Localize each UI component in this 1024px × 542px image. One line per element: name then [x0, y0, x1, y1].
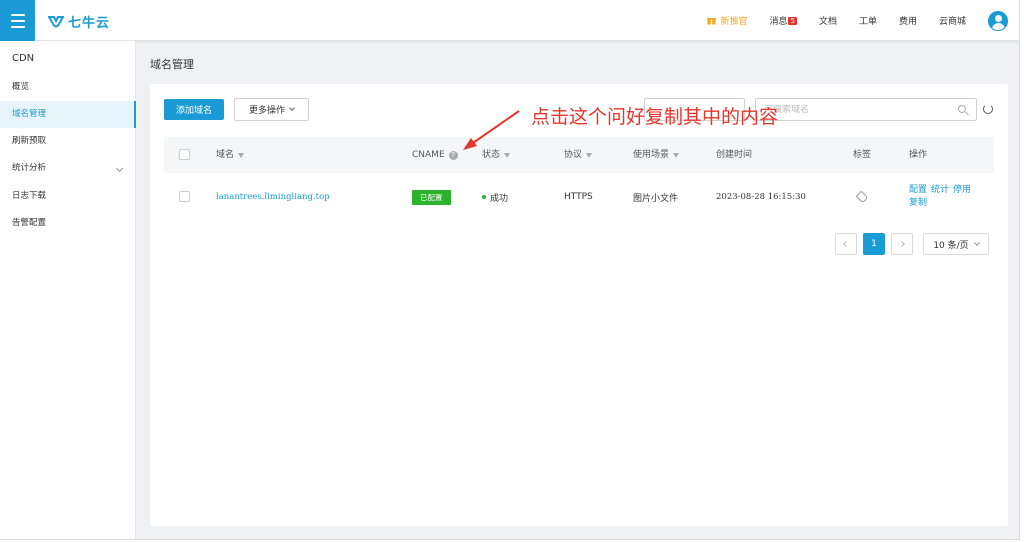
add-domain-button[interactable]: 添加域名: [164, 99, 224, 120]
column-header-label: 状态: [482, 150, 501, 160]
search-input[interactable]: [764, 104, 944, 115]
page-size-label: 10 条/页: [933, 240, 969, 251]
column-header-created: 创建时间: [716, 137, 752, 173]
page-button-current[interactable]: 1: [863, 233, 885, 255]
sidebar-item-log-download[interactable]: 日志下载: [0, 183, 136, 210]
app-window: 七牛云 新推官 消息 5 文档 工单 费用 云商城 CDN 概览 域名管理 刷新…: [0, 0, 1020, 540]
column-header-label: 协议: [564, 150, 583, 160]
success-dot-icon: [482, 195, 486, 199]
scene-text: 图片小文件: [633, 193, 679, 204]
filter-icon[interactable]: [586, 152, 593, 158]
column-header-tags: 标签: [853, 137, 871, 173]
sidebar-item-alert-config[interactable]: 告警配置: [0, 210, 136, 237]
column-header-label: 创建时间: [716, 150, 753, 160]
sidebar-item-label: 域名管理: [12, 109, 47, 119]
hamburger-menu-button[interactable]: [0, 0, 35, 41]
gift-icon: [707, 16, 717, 25]
search-icon[interactable]: [958, 105, 966, 113]
select-all-checkbox[interactable]: [179, 149, 190, 160]
sidebar-item-overview[interactable]: 概览: [0, 74, 136, 101]
column-header-scene: 使用场景: [633, 137, 680, 173]
more-actions-dropdown[interactable]: 更多操作: [234, 98, 309, 121]
chevron-left-icon: [843, 241, 849, 247]
nav-label: 工单: [858, 17, 877, 27]
chevron-down-icon: [973, 239, 980, 246]
filter-icon[interactable]: [238, 152, 245, 158]
column-header-actions: 操作: [909, 137, 927, 173]
column-header-cname: CNAME ?: [412, 137, 458, 173]
column-header-label: CNAME: [412, 150, 445, 160]
filter-icon[interactable]: [673, 152, 680, 158]
logo-text: 七牛云: [68, 16, 111, 31]
logo[interactable]: 七牛云: [48, 12, 110, 31]
table-row: lanantrees.limingliang.top 已配置 成功 HTTPS …: [164, 173, 994, 221]
chevron-down-icon: [289, 105, 295, 111]
nav-label: 文档: [818, 17, 837, 27]
config-link[interactable]: 配置: [909, 185, 927, 195]
sidebar-item-label: 概览: [12, 82, 30, 92]
table-header: 域名 CNAME ? 状态 协议 使用场景 创建时间 标签 操作: [164, 137, 994, 173]
top-bar: 七牛云 新推官 消息 5 文档 工单 费用 云商城: [0, 0, 1019, 41]
disable-link[interactable]: 停用: [953, 185, 971, 195]
column-header-status: 状态: [482, 137, 511, 173]
status-text: 成功: [490, 193, 509, 204]
cname-status-badge: 已配置: [412, 189, 451, 205]
chevron-right-icon: [899, 241, 905, 247]
nav-item-marketplace[interactable]: 云商城: [939, 14, 966, 27]
next-page-button[interactable]: [891, 233, 913, 255]
sidebar-item-label: 刷新预取: [12, 136, 47, 146]
nav-label: 新推官: [720, 17, 748, 27]
row-actions: 配置 统计 停用 复制: [909, 184, 989, 210]
sidebar: CDN 概览 域名管理 刷新预取 统计分析 日志下载 告警配置: [0, 41, 136, 539]
nav-label: 云商城: [938, 17, 966, 27]
sidebar-item-label: 统计分析: [12, 163, 47, 173]
nav-label: 消息: [769, 17, 788, 27]
row-checkbox[interactable]: [179, 191, 190, 202]
stats-link[interactable]: 统计: [931, 185, 949, 195]
domain-list-card: 添加域名 更多操作 域名 CNAME ? 状态: [150, 84, 1008, 526]
sidebar-title: CDN: [12, 53, 35, 64]
tag-icon[interactable]: [855, 190, 869, 204]
user-avatar[interactable]: [988, 10, 1008, 31]
column-header-label: 操作: [909, 150, 928, 160]
sidebar-item-statistics[interactable]: 统计分析: [0, 155, 136, 182]
page-number: 1: [871, 239, 877, 249]
prev-page-button[interactable]: [835, 233, 857, 255]
page-size-select[interactable]: 10 条/页: [923, 233, 989, 255]
nav-label: 费用: [898, 17, 917, 27]
sidebar-item-domain-management[interactable]: 域名管理: [0, 101, 136, 128]
qiniu-logo-icon: [48, 15, 64, 27]
protocol-text: HTTPS: [564, 192, 593, 202]
nav-item-messages[interactable]: 消息 5: [769, 14, 797, 27]
top-nav: 新推官 消息 5 文档 工单 费用 云商城: [685, 0, 1008, 41]
nav-item-tickets[interactable]: 工单: [859, 14, 877, 27]
column-header-domain: 域名: [216, 137, 245, 173]
nav-item-new-promo[interactable]: 新推官: [707, 14, 747, 27]
nav-item-docs[interactable]: 文档: [819, 14, 837, 27]
created-time-text: 2023-08-28 16:15:30: [716, 192, 806, 202]
column-header-label: 域名: [216, 150, 235, 160]
filter-icon[interactable]: [504, 152, 511, 158]
domain-link[interactable]: lanantrees.limingliang.top: [216, 192, 330, 202]
question-mark-icon[interactable]: ?: [448, 150, 458, 160]
message-count-badge: 5: [788, 16, 797, 25]
sidebar-item-label: 日志下载: [12, 191, 47, 201]
copy-link[interactable]: 复制: [909, 198, 927, 208]
search-box: [755, 98, 977, 121]
sidebar-item-label: 告警配置: [12, 218, 47, 228]
nav-item-billing[interactable]: 费用: [899, 14, 917, 27]
column-header-label: 标签: [853, 150, 872, 160]
button-label: 添加域名: [175, 106, 212, 116]
column-header-protocol: 协议: [564, 137, 593, 173]
chevron-down-icon: [115, 164, 124, 173]
button-label: 更多操作: [248, 106, 285, 116]
annotation-text: 点击这个问好复制其中的内容: [531, 106, 779, 128]
refresh-icon[interactable]: [983, 104, 993, 114]
sidebar-item-refresh-prefetch[interactable]: 刷新预取: [0, 128, 136, 155]
page-title: 域名管理: [150, 58, 194, 71]
column-header-label: 使用场景: [633, 150, 670, 160]
